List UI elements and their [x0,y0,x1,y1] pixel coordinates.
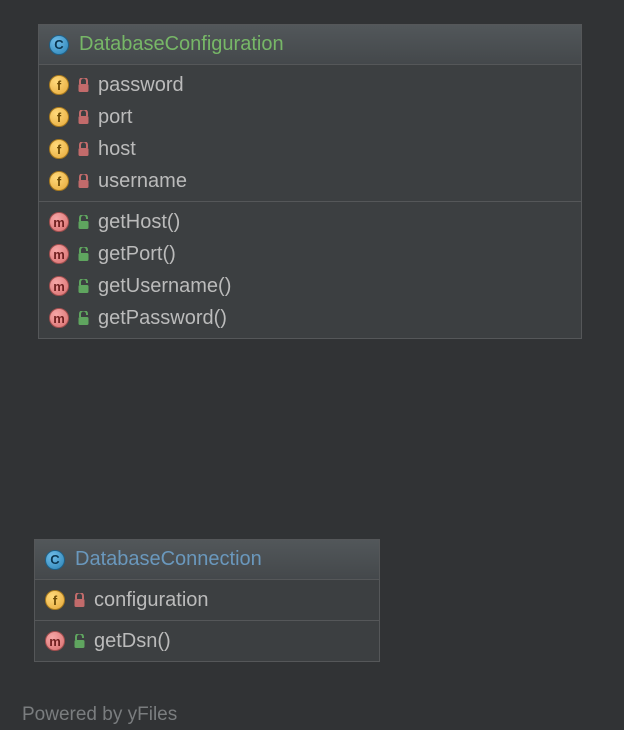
method-icon: m [49,308,69,328]
method-row[interactable]: m getDsn() [35,625,379,657]
fields-section: f configuration [35,580,379,621]
powered-by-label: Powered by yFiles [22,704,177,726]
method-row[interactable]: m getPort() [39,238,581,270]
field-icon: f [45,590,65,610]
class-header: C DatabaseConnection [35,540,379,580]
methods-section: m getHost() m getPort() m getUsername() [39,202,581,338]
class-icon: C [45,550,65,570]
method-icon: m [49,212,69,232]
field-icon: f [49,139,69,159]
class-box-db-config[interactable]: C DatabaseConfiguration f password f por… [38,24,582,339]
lock-open-icon [77,247,90,262]
field-row[interactable]: f port [39,101,581,133]
lock-open-icon [73,634,86,649]
method-row[interactable]: m getHost() [39,206,581,238]
method-name: getPassword() [98,308,227,328]
class-title: DatabaseConnection [75,548,262,571]
lock-closed-icon [77,78,90,93]
method-name: getPort() [98,244,176,264]
field-row[interactable]: f configuration [35,584,379,616]
field-icon: f [49,171,69,191]
class-icon: C [49,35,69,55]
field-icon: f [49,75,69,95]
field-name: username [98,171,187,191]
lock-closed-icon [73,593,86,608]
class-box-db-conn[interactable]: C DatabaseConnection f configuration m g… [34,539,380,662]
method-icon: m [45,631,65,651]
method-name: getDsn() [94,631,171,651]
fields-section: f password f port f host f [39,65,581,202]
field-name: password [98,75,184,95]
method-name: getHost() [98,212,180,232]
method-row[interactable]: m getPassword() [39,302,581,334]
method-name: getUsername() [98,276,231,296]
lock-open-icon [77,311,90,326]
field-name: host [98,139,136,159]
lock-open-icon [77,279,90,294]
lock-closed-icon [77,142,90,157]
lock-closed-icon [77,110,90,125]
lock-open-icon [77,215,90,230]
method-icon: m [49,244,69,264]
lock-closed-icon [77,174,90,189]
methods-section: m getDsn() [35,621,379,661]
field-icon: f [49,107,69,127]
field-row[interactable]: f host [39,133,581,165]
class-header: C DatabaseConfiguration [39,25,581,65]
field-row[interactable]: f username [39,165,581,197]
method-row[interactable]: m getUsername() [39,270,581,302]
field-name: configuration [94,590,209,610]
field-row[interactable]: f password [39,69,581,101]
method-icon: m [49,276,69,296]
field-name: port [98,107,132,127]
class-title: DatabaseConfiguration [79,33,284,56]
